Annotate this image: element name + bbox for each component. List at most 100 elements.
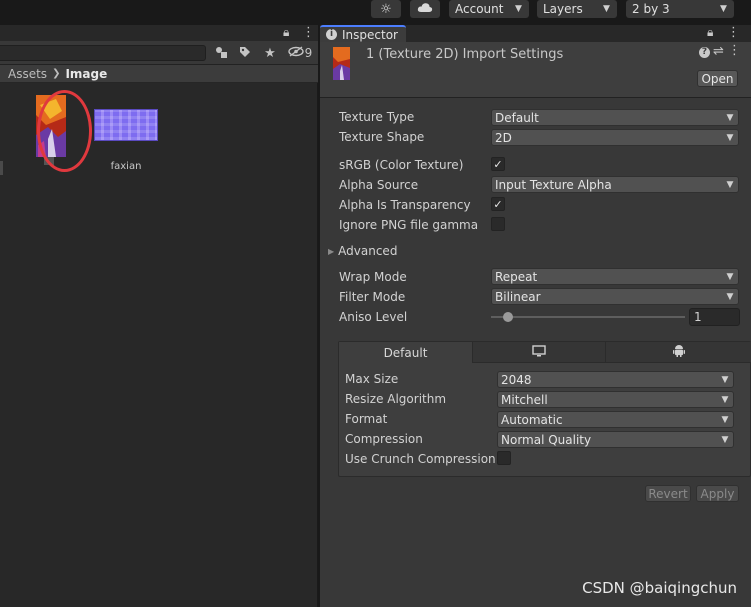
chevron-down-icon: ▼ xyxy=(721,434,729,445)
texture-shape-label: Texture Shape xyxy=(339,130,425,144)
cloud-button[interactable] xyxy=(410,0,440,18)
chevron-down-icon: ▼ xyxy=(726,132,734,143)
kebab-menu-icon[interactable]: ⋮ xyxy=(728,43,741,58)
texture-shape-dropdown[interactable]: 2D ▼ xyxy=(491,129,739,146)
srgb-checkbox[interactable]: ✓ xyxy=(491,157,505,171)
hidden-count: 9 xyxy=(304,46,313,60)
services-button[interactable]: ☼ xyxy=(371,0,401,18)
inspector-tab-bar: i Inspector 🔒︎ ⋮ xyxy=(320,25,751,42)
texture-shape-value: 2D xyxy=(495,130,512,145)
resize-algorithm-label: Resize Algorithm xyxy=(345,392,447,406)
slider-thumb[interactable] xyxy=(503,312,513,322)
apply-button[interactable]: Apply xyxy=(696,485,739,502)
inspector-title: 1 (Texture 2D) Import Settings xyxy=(366,47,564,62)
format-label: Format xyxy=(345,412,388,426)
breadcrumb-assets[interactable]: Assets xyxy=(8,67,47,81)
kebab-menu-icon[interactable]: ⋮ xyxy=(727,25,740,40)
platform-settings: Default Max Size 2048 ▼ Resize Algorithm… xyxy=(338,341,751,477)
tab-default-label: Default xyxy=(383,345,428,360)
chevron-down-icon: ▼ xyxy=(726,179,734,190)
chevron-down-icon: ▼ xyxy=(721,414,729,425)
alpha-source-label: Alpha Source xyxy=(339,178,419,192)
breadcrumb-image[interactable]: Image xyxy=(65,67,107,81)
account-dropdown[interactable]: Account ▼ xyxy=(449,0,529,18)
resize-algorithm-dropdown[interactable]: Mitchell ▼ xyxy=(497,391,734,408)
revert-button[interactable]: Revert xyxy=(645,485,691,502)
open-button-label: Open xyxy=(701,71,734,86)
max-size-dropdown[interactable]: 2048 ▼ xyxy=(497,371,734,388)
favorites-button[interactable]: ★ xyxy=(259,44,281,62)
compression-value: Normal Quality xyxy=(501,432,592,447)
lock-icon[interactable]: 🔒︎ xyxy=(707,25,713,40)
lock-icon[interactable]: 🔒︎ xyxy=(283,25,289,40)
account-label: Account xyxy=(455,2,504,16)
aniso-level-input[interactable]: 1 xyxy=(689,308,740,326)
wrap-mode-dropdown[interactable]: Repeat ▼ xyxy=(491,268,739,285)
preset-sliders-icon[interactable]: ⇌ xyxy=(713,44,724,59)
slider-track xyxy=(491,316,685,318)
help-icon[interactable]: ? xyxy=(699,47,710,58)
aniso-level-slider[interactable] xyxy=(491,310,685,324)
asset-item-faxian[interactable]: faxian xyxy=(94,109,158,173)
open-button[interactable]: Open xyxy=(697,70,738,87)
apply-button-label: Apply xyxy=(700,486,735,501)
compression-dropdown[interactable]: Normal Quality ▼ xyxy=(497,431,734,448)
chevron-down-icon: ▼ xyxy=(726,271,734,282)
top-toolbar: ☼ Account ▼ Layers ▼ 2 by 3 ▼ xyxy=(0,0,751,22)
filter-mode-dropdown[interactable]: Bilinear ▼ xyxy=(491,288,739,305)
checkmark-icon: ✓ xyxy=(493,157,503,171)
triangle-right-icon: ▶ xyxy=(328,246,335,256)
crunch-compression-label: Use Crunch Compression xyxy=(345,452,496,466)
chevron-down-icon: ▼ xyxy=(515,4,522,14)
shapes-icon xyxy=(215,46,228,61)
wrap-mode-value: Repeat xyxy=(495,269,538,284)
hidden-packages-toggle[interactable]: 9 xyxy=(284,44,316,62)
inspector-panel: i Inspector 🔒︎ ⋮ 1 (Texture 2D) Import S… xyxy=(320,25,751,607)
chevron-down-icon: ▼ xyxy=(721,394,729,405)
alpha-source-dropdown[interactable]: Input Texture Alpha ▼ xyxy=(491,176,739,193)
layers-label: Layers xyxy=(543,2,583,16)
tab-standalone-platform[interactable] xyxy=(473,342,606,363)
advanced-label: Advanced xyxy=(338,244,398,258)
filter-mode-label: Filter Mode xyxy=(339,290,406,304)
layout-dropdown[interactable]: 2 by 3 ▼ xyxy=(626,0,734,18)
project-panel: 🔒︎ ⋮ ★ 9 Assets ❯ Image faxian xyxy=(0,25,318,607)
breadcrumb: Assets ❯ Image xyxy=(0,65,318,83)
search-input[interactable] xyxy=(0,45,206,61)
max-size-value: 2048 xyxy=(501,372,532,387)
kebab-menu-icon[interactable]: ⋮ xyxy=(302,25,315,40)
tab-default-platform[interactable]: Default xyxy=(339,342,473,363)
layers-dropdown[interactable]: Layers ▼ xyxy=(537,0,617,18)
project-toolbar: ★ 9 xyxy=(0,41,318,65)
cloud-icon xyxy=(417,2,433,16)
alpha-source-value: Input Texture Alpha xyxy=(495,177,612,192)
filter-by-type-button[interactable] xyxy=(210,44,232,62)
star-icon: ★ xyxy=(264,45,276,61)
annotation-circle xyxy=(37,90,92,172)
chevron-down-icon: ▼ xyxy=(603,4,610,14)
chevron-down-icon: ▼ xyxy=(726,112,734,123)
revert-button-label: Revert xyxy=(648,486,688,501)
advanced-foldout[interactable]: ▶ Advanced xyxy=(328,244,397,258)
srgb-label: sRGB (Color Texture) xyxy=(339,158,464,172)
tab-inspector[interactable]: i Inspector xyxy=(320,25,406,42)
tab-android-platform[interactable] xyxy=(606,342,751,363)
chevron-down-icon: ▼ xyxy=(726,291,734,302)
format-dropdown[interactable]: Automatic ▼ xyxy=(497,411,734,428)
alpha-transparency-checkbox[interactable]: ✓ xyxy=(491,197,505,211)
filter-mode-value: Bilinear xyxy=(495,289,541,304)
tag-icon xyxy=(239,46,251,61)
max-size-label: Max Size xyxy=(345,372,399,386)
android-icon xyxy=(673,344,685,360)
checkmark-icon: ✓ xyxy=(493,197,503,211)
crunch-compression-checkbox[interactable] xyxy=(497,451,511,465)
texture-type-dropdown[interactable]: Default ▼ xyxy=(491,109,739,126)
chevron-right-icon: ❯ xyxy=(52,68,61,79)
info-icon: i xyxy=(326,29,337,40)
alpha-transparency-label: Alpha Is Transparency xyxy=(339,198,471,212)
texture-preview-icon xyxy=(333,47,350,80)
monitor-icon xyxy=(532,344,546,360)
compression-label: Compression xyxy=(345,432,423,446)
filter-by-label-button[interactable] xyxy=(234,44,256,62)
ignore-png-gamma-checkbox[interactable] xyxy=(491,217,505,231)
